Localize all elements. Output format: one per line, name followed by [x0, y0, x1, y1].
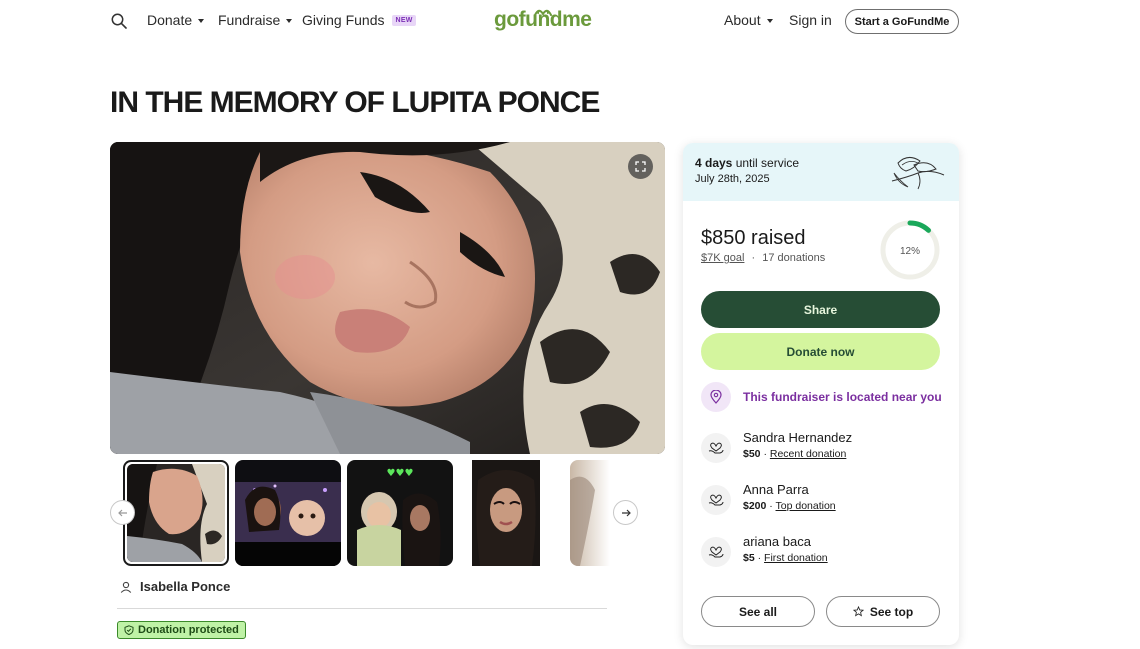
- separator: ·: [751, 252, 756, 264]
- service-countdown: 4 days until service July 28th, 2025: [683, 143, 959, 201]
- amount-raised: $850 raised: [701, 227, 806, 249]
- donation-card: 4 days until service July 28th, 2025 $85…: [683, 143, 959, 645]
- expand-photo-button[interactable]: [628, 154, 653, 179]
- donation-tag[interactable]: Recent donation: [770, 448, 846, 460]
- goal-and-donations: $7K goal · 17 donations: [701, 252, 825, 264]
- search-icon[interactable]: [111, 13, 127, 29]
- donor-name: Anna Parra: [743, 482, 809, 497]
- logo-sprout-icon: [534, 9, 552, 16]
- thumbnail-2-image: [235, 460, 341, 566]
- location-notice: This fundraiser is located near you: [701, 382, 942, 412]
- nav-fundraise-label: Fundraise: [218, 12, 281, 28]
- days-until-service: 4 days until service: [695, 156, 799, 170]
- donor-name: Sandra Hernandez: [743, 430, 853, 445]
- donor-item: Anna Parra $200 · Top donation: [701, 482, 836, 515]
- progress-ring: 12%: [880, 220, 940, 280]
- donor-name: ariana baca: [743, 534, 811, 549]
- heart-hand-icon: [701, 537, 731, 567]
- thumbnail-2[interactable]: [235, 460, 341, 566]
- organizer-name[interactable]: Isabella Ponce: [140, 579, 230, 594]
- chevron-down-icon: [198, 18, 205, 23]
- donation-count: 17 donations: [762, 252, 826, 264]
- donor-amount: $50 · Recent donation: [743, 448, 847, 460]
- start-gofundme-button[interactable]: Start a GoFundMe: [845, 9, 959, 34]
- fullscreen-icon: [635, 161, 646, 172]
- star-icon: [852, 606, 864, 617]
- chevron-down-icon: [286, 18, 293, 23]
- see-all-button[interactable]: See all: [701, 596, 815, 627]
- donor-item: Sandra Hernandez $50 · Recent donation: [701, 430, 852, 463]
- donation-amount: $5: [743, 552, 755, 564]
- lily-flower-icon: [891, 157, 945, 190]
- see-top-button[interactable]: See top: [826, 596, 940, 627]
- donor-amount: $200 · Top donation: [743, 500, 836, 512]
- thumbnail-4-image: [472, 460, 540, 566]
- arrow-left-icon: [117, 509, 127, 516]
- days-text: until service: [735, 156, 800, 170]
- photo-illustration: [110, 142, 665, 454]
- nav-about-label: About: [724, 12, 761, 28]
- campaign-title: IN THE MEMORY OF LUPITA PONCE: [110, 86, 600, 119]
- donation-amount: $200: [743, 500, 767, 512]
- thumbnail-5-image: [570, 460, 610, 566]
- progress-percent: 12%: [900, 246, 920, 257]
- nav-fundraise[interactable]: Fundraise: [218, 12, 293, 28]
- arrow-right-icon: [621, 509, 631, 516]
- organizer-info: Isabella Ponce: [120, 579, 230, 594]
- thumbnail-1-image: [127, 464, 225, 562]
- photo-thumbnail-strip: ♥♥♥: [110, 459, 665, 569]
- donation-tag[interactable]: Top donation: [776, 500, 836, 512]
- heart-hand-icon: [701, 433, 731, 463]
- top-navigation-bar: Donate Fundraise Giving Funds NEW gofund…: [0, 0, 1140, 42]
- location-notice-text: This fundraiser is located near you: [743, 390, 942, 404]
- service-date: July 28th, 2025: [695, 173, 770, 185]
- person-icon: [120, 581, 132, 593]
- nav-giving-funds[interactable]: Giving Funds NEW: [302, 12, 416, 28]
- new-badge: NEW: [392, 14, 416, 26]
- gofundme-logo[interactable]: gofundme: [494, 8, 592, 32]
- nav-giving-funds-label: Giving Funds: [302, 12, 385, 28]
- goal-link[interactable]: $7K goal: [701, 252, 744, 264]
- donation-amount: $50: [743, 448, 761, 460]
- next-photo-button[interactable]: [613, 500, 638, 525]
- location-pin-icon: [701, 382, 731, 412]
- thumbnail-3[interactable]: ♥♥♥: [347, 460, 453, 566]
- donate-now-button[interactable]: Donate now: [701, 333, 940, 370]
- shield-icon: [124, 625, 134, 635]
- campaign-main-photo[interactable]: [110, 142, 665, 454]
- nav-about[interactable]: About: [724, 12, 773, 28]
- share-button[interactable]: Share: [701, 291, 940, 328]
- nav-donate[interactable]: Donate: [147, 12, 205, 28]
- donation-protected-label: Donation protected: [138, 624, 239, 636]
- donor-item: ariana baca $5 · First donation: [701, 534, 828, 567]
- donor-amount: $5 · First donation: [743, 552, 828, 564]
- thumbnail-4[interactable]: [472, 460, 540, 566]
- donation-tag[interactable]: First donation: [764, 552, 828, 564]
- nav-sign-in[interactable]: Sign in: [789, 12, 832, 28]
- nav-donate-label: Donate: [147, 12, 193, 28]
- chevron-down-icon: [766, 18, 773, 23]
- see-top-label: See top: [869, 604, 914, 619]
- nav-sign-in-label: Sign in: [789, 12, 832, 28]
- svg-text:♥♥♥: ♥♥♥: [387, 468, 414, 479]
- thumbnail-5[interactable]: [570, 460, 610, 566]
- previous-photo-button[interactable]: [110, 500, 135, 525]
- thumbnail-1[interactable]: [123, 460, 229, 566]
- heart-hand-icon: [701, 485, 731, 515]
- section-divider: [117, 608, 607, 609]
- donation-protected-badge[interactable]: Donation protected: [117, 621, 246, 639]
- thumbnail-3-image: ♥♥♥: [347, 460, 453, 566]
- days-count: 4 days: [695, 156, 733, 170]
